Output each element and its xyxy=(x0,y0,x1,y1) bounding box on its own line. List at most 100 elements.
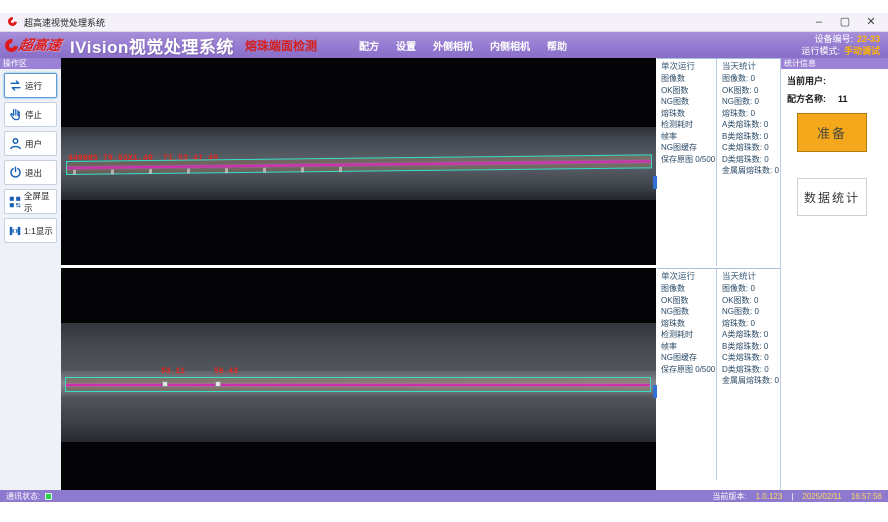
operation-sidebar: 操作区 运行 停止 用户 退出 xyxy=(0,58,61,490)
info-panel: 统计信息 当前用户: 配方名称:11 准备 数据统计 xyxy=(781,58,888,490)
single-run-rows: 图像数OK图数NG图数熔珠数检测耗时帧率NG图缓存保存原图 0/500 xyxy=(661,73,716,165)
measurement-label: 56.43 xyxy=(214,367,238,376)
user-button[interactable]: 用户 xyxy=(4,131,57,156)
device-number-value: 22-33 xyxy=(857,34,880,44)
stat-row: 熔珠数: 0 xyxy=(722,318,780,330)
defect-marker xyxy=(162,381,168,387)
stats-panel-bottom: 单次运行 图像数OK图数NG图数熔珠数检测耗时帧率NG图缓存保存原图 0/500… xyxy=(657,268,780,480)
current-user-row: 当前用户: xyxy=(787,74,888,87)
page-subtitle: 熔珠端面检测 xyxy=(245,37,317,54)
single-run-column: 单次运行 图像数OK图数NG图数熔珠数检测耗时帧率NG图缓存保存原图 0/500 xyxy=(657,269,717,480)
one-to-one-button-label: 1:1显示 xyxy=(24,225,53,237)
daily-stats-title: 当天统计 xyxy=(722,271,780,281)
stat-row: D类熔珠数: 0 xyxy=(722,364,780,376)
defect-marker xyxy=(215,381,221,387)
sidebar-title: 操作区 xyxy=(0,58,61,69)
laser-line xyxy=(67,160,651,169)
data-statistics-button[interactable]: 数据统计 xyxy=(797,178,867,216)
stat-row: NG图数: 0 xyxy=(722,306,780,318)
daily-stats-title: 当天统计 xyxy=(722,61,780,71)
fullscreen-button-label: 全屏显示 xyxy=(24,190,56,214)
window-title: 超高速视觉处理系统 xyxy=(24,16,105,29)
stat-row: 检测耗时 xyxy=(661,119,716,131)
stat-row: 图像数 xyxy=(661,73,716,85)
status-bar-right: 当前版本: 1.0.123 | 2025/02/11 16:57:56 xyxy=(712,491,882,502)
splitter-handle[interactable] xyxy=(653,385,657,398)
recipe-name-row: 配方名称:11 xyxy=(787,92,888,105)
stats-panel-top: 单次运行 图像数OK图数NG图数熔珠数检测耗时帧率NG图缓存保存原图 0/500… xyxy=(657,58,780,266)
stat-row: 金属屑熔珠数: 0 xyxy=(722,165,780,177)
stat-row: 熔珠数 xyxy=(661,108,716,120)
menu-item[interactable]: 配方 xyxy=(359,38,379,53)
daily-stats-rows: 图像数: 0OK图数: 0NG图数: 0熔珠数: 0A类熔珠数: 0B类熔珠数:… xyxy=(722,283,780,387)
camera-image-top: 449885 79.53X1.49 71.53 41.49 xyxy=(61,127,656,200)
status-date: 2025/02/11 xyxy=(802,492,841,501)
run-mode-label: 运行模式: xyxy=(801,46,840,56)
single-run-rows: 图像数OK图数NG图数熔珠数检测耗时帧率NG图缓存保存原图 0/500 xyxy=(661,283,716,375)
stat-row: 保存原图 0/500 xyxy=(661,154,716,166)
os-titlebar: 超高速视觉处理系统 – ▢ ✕ xyxy=(0,13,888,32)
menu-item[interactable]: 外侧相机 xyxy=(433,38,473,53)
camera-image-bottom: 53.11 56.43 xyxy=(61,323,656,442)
stat-row: OK图数 xyxy=(661,85,716,97)
power-icon xyxy=(8,165,23,180)
status-separator: | xyxy=(791,492,793,501)
prepare-button[interactable]: 准备 xyxy=(797,113,867,152)
fullscreen-grid-icon xyxy=(8,195,22,209)
logo-text: 超高速 xyxy=(17,35,63,55)
page-title: IVision视觉处理系统 xyxy=(70,33,234,58)
stat-row: 保存原图 0/500 xyxy=(661,364,716,376)
status-time: 16:57:56 xyxy=(851,492,882,501)
single-run-title: 单次运行 xyxy=(661,61,716,71)
stat-row: 图像数: 0 xyxy=(722,283,780,295)
stat-row: 熔珠数 xyxy=(661,318,716,330)
app-window: 超高速视觉处理系统 – ▢ ✕ 超高速 IVision视觉处理系统 熔珠端面检测… xyxy=(0,0,888,522)
stat-row: 帧率 xyxy=(661,341,716,353)
stat-row: B类熔珠数: 0 xyxy=(722,131,780,143)
recipe-name-label: 配方名称: xyxy=(787,94,826,104)
stat-row: 检测耗时 xyxy=(661,329,716,341)
stat-row: NG图缓存 xyxy=(661,142,716,154)
comm-status-led xyxy=(45,493,52,500)
stat-row: A类熔珠数: 0 xyxy=(722,329,780,341)
header-info: 设备编号:22-33 运行模式:手动调试 xyxy=(801,33,880,57)
user-button-label: 用户 xyxy=(25,138,42,150)
app-header: 超高速 IVision视觉处理系统 熔珠端面检测 配方设置外侧相机内侧相机帮助 … xyxy=(0,32,888,58)
stat-row: NG图数 xyxy=(661,96,716,108)
version-label: 当前版本: xyxy=(712,491,746,502)
device-number-label: 设备编号: xyxy=(814,34,853,44)
stat-row: OK图数: 0 xyxy=(722,295,780,307)
menu-item[interactable]: 内侧相机 xyxy=(490,38,530,53)
menu-item[interactable]: 帮助 xyxy=(547,38,567,53)
stop-button-label: 停止 xyxy=(25,109,42,121)
maximize-button[interactable]: ▢ xyxy=(832,13,858,32)
splitter-handle[interactable] xyxy=(653,176,657,189)
stat-row: NG图缓存 xyxy=(661,352,716,364)
measurement-label: 53.11 xyxy=(161,367,185,376)
stat-row: NG图数: 0 xyxy=(722,96,780,108)
camera-view-top: 449885 79.53X1.49 71.53 41.49 xyxy=(61,58,656,265)
exit-button-label: 退出 xyxy=(25,167,42,179)
minimize-button[interactable]: – xyxy=(806,13,832,32)
stat-row: C类熔珠数: 0 xyxy=(722,352,780,364)
menu-item[interactable]: 设置 xyxy=(396,38,416,53)
app-logo: 超高速 xyxy=(5,35,61,55)
stop-button[interactable]: 停止 xyxy=(4,102,57,127)
one-to-one-icon xyxy=(8,224,22,238)
close-button[interactable]: ✕ xyxy=(858,13,884,32)
single-run-column: 单次运行 图像数OK图数NG图数熔珠数检测耗时帧率NG图缓存保存原图 0/500 xyxy=(657,59,717,266)
stat-row: D类熔珠数: 0 xyxy=(722,154,780,166)
info-panel-title: 统计信息 xyxy=(781,58,888,69)
stat-row: 熔珠数: 0 xyxy=(722,108,780,120)
stat-row: 帧率 xyxy=(661,131,716,143)
exit-button[interactable]: 退出 xyxy=(4,160,57,185)
stat-row: C类熔珠数: 0 xyxy=(722,142,780,154)
fullscreen-button[interactable]: 全屏显示 xyxy=(4,189,57,214)
current-user-label: 当前用户: xyxy=(787,76,826,86)
stat-row: B类熔珠数: 0 xyxy=(722,341,780,353)
version-value: 1.0.123 xyxy=(756,492,783,501)
run-button[interactable]: 运行 xyxy=(4,73,57,98)
daily-stats-rows: 图像数: 0OK图数: 0NG图数: 0熔珠数: 0A类熔珠数: 0B类熔珠数:… xyxy=(722,73,780,177)
user-icon xyxy=(8,136,23,151)
one-to-one-button[interactable]: 1:1显示 xyxy=(4,218,57,243)
